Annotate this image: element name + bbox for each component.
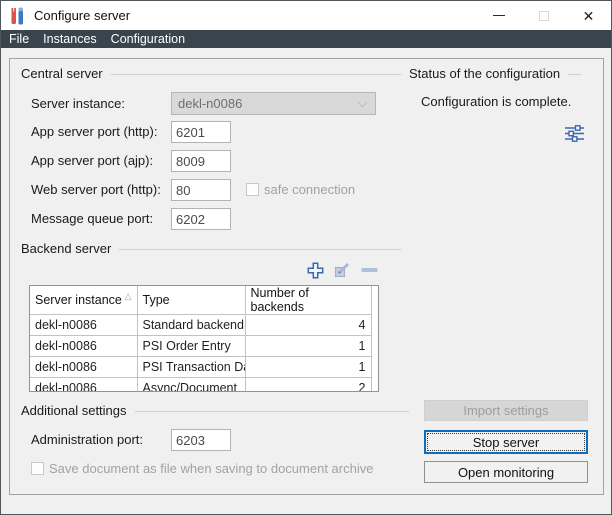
maximize-icon	[539, 11, 549, 21]
window-title: Configure server	[34, 8, 130, 23]
title-bar: Configure server ✕	[1, 1, 611, 30]
app-ajp-port-input[interactable]	[171, 150, 231, 172]
message-queue-port-input[interactable]	[171, 208, 231, 230]
central-server-group-header: Central server	[21, 66, 401, 81]
column-header-type[interactable]: Type	[137, 286, 245, 315]
backend-toolbar	[305, 259, 379, 281]
minus-icon	[361, 261, 378, 279]
edit-backend-button[interactable]	[332, 260, 352, 280]
column-header-number-of-backends[interactable]: Number of backends	[245, 286, 371, 315]
maximize-button[interactable]	[521, 1, 566, 30]
app-ajp-port-label: App server port (ajp):	[31, 150, 153, 172]
backend-server-group-header: Backend server	[21, 241, 401, 256]
central-server-title: Central server	[21, 66, 103, 81]
app-http-port-label: App server port (http):	[31, 121, 157, 143]
server-instance-label: Server instance:	[31, 93, 125, 115]
add-backend-button[interactable]	[305, 260, 325, 280]
additional-settings-group-header: Additional settings	[21, 403, 409, 418]
pencil-icon	[333, 261, 351, 279]
minimize-button[interactable]	[476, 1, 521, 30]
status-message: Configuration is complete.	[421, 94, 571, 109]
save-document-label: Save document as file when saving to doc…	[49, 458, 373, 480]
plus-icon	[306, 261, 325, 280]
divider	[568, 74, 581, 75]
table-row[interactable]: dekl-n0086 PSI Transaction Data 1	[30, 357, 371, 378]
open-monitoring-button[interactable]: Open monitoring	[424, 461, 588, 483]
chevron-down-icon	[358, 98, 368, 108]
column-header-server-instance[interactable]: Server instance △	[30, 286, 137, 315]
status-title: Status of the configuration	[409, 66, 560, 81]
tools-icon	[9, 7, 25, 25]
status-group-header: Status of the configuration	[409, 66, 581, 81]
menu-file[interactable]: File	[9, 30, 29, 48]
window-controls: ✕	[476, 1, 611, 30]
menu-configuration[interactable]: Configuration	[111, 30, 185, 48]
import-settings-button[interactable]: Import settings	[424, 400, 588, 421]
additional-settings-title: Additional settings	[21, 403, 127, 418]
table-row[interactable]: dekl-n0086 PSI Order Entry 1	[30, 336, 371, 357]
remove-backend-button[interactable]	[359, 260, 379, 280]
administration-port-label: Administration port:	[31, 429, 143, 451]
backend-table: Server instance △ Type Number of backend…	[29, 285, 379, 392]
safe-connection-label: safe connection	[264, 179, 355, 201]
menu-bar: File Instances Configuration	[1, 30, 611, 48]
server-instance-value: dekl-n0086	[178, 96, 242, 111]
app-http-port-input[interactable]	[171, 121, 231, 143]
divider	[135, 411, 409, 412]
minimize-icon	[493, 15, 505, 16]
close-button[interactable]: ✕	[566, 1, 611, 30]
web-http-port-input[interactable]	[171, 179, 231, 201]
table-row[interactable]: dekl-n0086 Standard backend 4	[30, 315, 371, 336]
divider	[119, 249, 401, 250]
administration-port-input[interactable]	[171, 429, 231, 451]
stop-server-button[interactable]: Stop server	[424, 430, 588, 454]
close-icon: ✕	[583, 9, 595, 23]
sort-ascending-icon: △	[125, 291, 132, 302]
table-row[interactable]: dekl-n0086 Async/Document 2	[30, 378, 371, 393]
menu-instances[interactable]: Instances	[43, 30, 97, 48]
table-header-row: Server instance △ Type Number of backend…	[30, 286, 371, 315]
sliders-icon[interactable]	[563, 122, 586, 145]
divider	[111, 74, 401, 75]
safe-connection-checkbox[interactable]	[246, 183, 259, 196]
web-http-port-label: Web server port (http):	[31, 179, 161, 201]
server-instance-select[interactable]: dekl-n0086	[171, 92, 376, 115]
configure-server-window: Configure server ✕ File Instances Config…	[0, 0, 612, 515]
backend-server-title: Backend server	[21, 241, 111, 256]
message-queue-port-label: Message queue port:	[31, 208, 153, 230]
save-document-checkbox[interactable]	[31, 462, 44, 475]
